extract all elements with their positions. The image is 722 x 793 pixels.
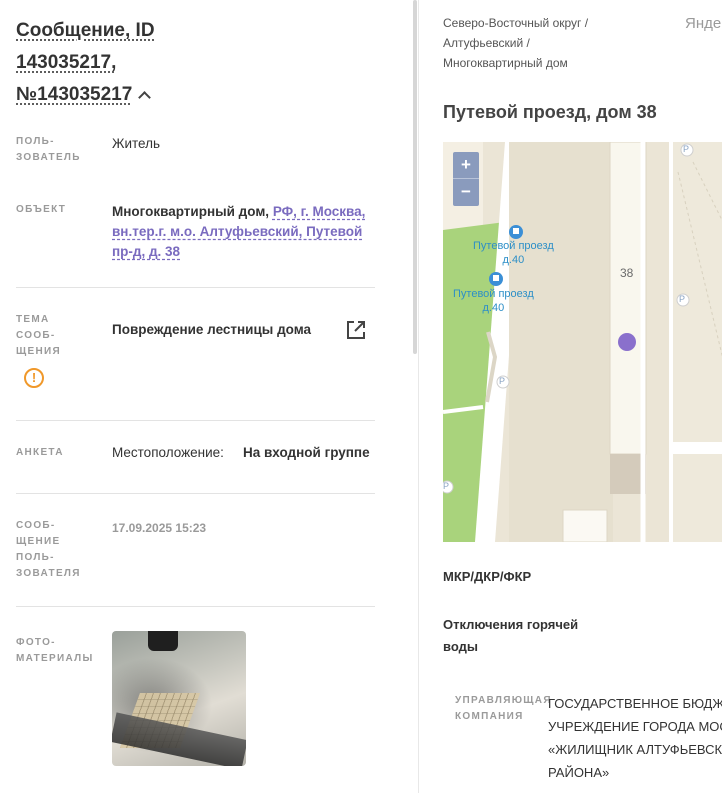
external-link-icon[interactable] xyxy=(345,319,367,341)
breadcrumb-type[interactable]: Многоквартирный дом xyxy=(443,56,568,70)
object-label: ОБЪЕКТ xyxy=(16,204,67,215)
mkr-heading: МКР/ДКР/ФКР xyxy=(443,569,532,584)
user-message-label: СООБ- ЩЕНИЕ ПОЛЬ- ЗОВАТЕЛЯ xyxy=(16,520,81,579)
user-value: Житель xyxy=(112,136,161,151)
warning-icon: ! xyxy=(24,368,44,388)
object-address-link-3[interactable]: пр-д, д. 38 xyxy=(112,244,180,259)
object-address-link-1[interactable]: РФ, г. Москва, xyxy=(273,204,366,219)
breadcrumb-area[interactable]: Алтуфьевский / xyxy=(443,36,530,50)
title-line-2: 143035217, xyxy=(16,52,117,73)
title-line-1: Сообщение, ID xyxy=(16,20,155,41)
bus-stop-number: д.40 xyxy=(482,302,505,314)
message-timestamp: 17.09.2025 15:23 xyxy=(112,521,207,535)
photo-detail xyxy=(148,631,178,651)
zoom-control: + − xyxy=(453,152,479,206)
hot-water-heading: Отключения горячей воды xyxy=(443,617,579,654)
management-company-label: УПРАВЛЯЮЩАЯ КОМПАНИЯ xyxy=(455,695,552,722)
object-address-link-2[interactable]: вн.тер.г. м.о. Алтуфьевский, Путевой xyxy=(112,224,362,239)
bus-stop-number: д.40 xyxy=(502,254,525,266)
divider xyxy=(16,606,375,607)
parking-icon: P xyxy=(679,294,686,304)
address-title: Путевой проезд, дом 38 xyxy=(443,102,657,122)
parking-icon: P xyxy=(683,144,690,154)
user-label: ПОЛЬ- ЗОВАТЕЛЬ xyxy=(16,136,81,163)
parking-icon: P xyxy=(499,376,506,386)
parking-icon: P xyxy=(443,481,450,491)
message-panel: Сообщение, ID 143035217, №143035217 ПОЛЬ… xyxy=(0,0,418,793)
zoom-in-button[interactable]: + xyxy=(453,152,479,178)
object-value: Многоквартирный дом, РФ, г. Москва, вн.т… xyxy=(112,202,372,262)
map[interactable]: Путевой проезд д.40 Путевой проезд д.40 … xyxy=(443,142,722,542)
topic-label: ТЕМА СООБ- ЩЕНИЯ xyxy=(16,314,61,357)
photos-label: ФОТО- МАТЕРИАЛЫ xyxy=(16,637,94,664)
breadcrumb-district[interactable]: Северо-Восточный округ / xyxy=(443,16,588,30)
house-number-label: 38 xyxy=(620,266,634,280)
breadcrumb: Северо-Восточный округ / Алтуфьевский / … xyxy=(443,13,643,73)
message-title[interactable]: Сообщение, ID 143035217, №143035217 xyxy=(16,15,186,111)
divider xyxy=(16,287,375,288)
bus-stop-name: Путевой проезд xyxy=(473,240,554,252)
bus-stop-label-1[interactable]: Путевой проезд д.40 xyxy=(473,239,554,267)
survey-label: АНКЕТА xyxy=(16,447,64,458)
title-line-3: №143035217 xyxy=(16,84,133,105)
bus-stop-label-2[interactable]: Путевой проезд д.40 xyxy=(453,287,534,315)
topic-value: Повреждение лестницы дома xyxy=(112,322,312,337)
survey-key: Местоположение: xyxy=(112,445,224,460)
photo-thumbnail[interactable] xyxy=(112,631,246,766)
management-company-value: ГОСУДАРСТВЕННОЕ БЮДЖЕТНОЕ УЧРЕЖДЕНИЕ ГОР… xyxy=(548,696,722,780)
survey-value: На входной группе xyxy=(243,445,370,460)
scrollbar[interactable] xyxy=(413,0,417,354)
object-type: Многоквартирный дом, xyxy=(112,204,270,219)
chevron-up-icon[interactable] xyxy=(138,91,152,104)
divider xyxy=(16,420,375,421)
bus-stop-name: Путевой проезд xyxy=(453,288,534,300)
map-provider-text: Янде xyxy=(685,15,722,32)
divider xyxy=(16,493,375,494)
zoom-out-button[interactable]: − xyxy=(453,179,479,205)
map-canvas xyxy=(443,142,722,542)
object-panel: Северо-Восточный округ / Алтуфьевский / … xyxy=(419,0,722,793)
